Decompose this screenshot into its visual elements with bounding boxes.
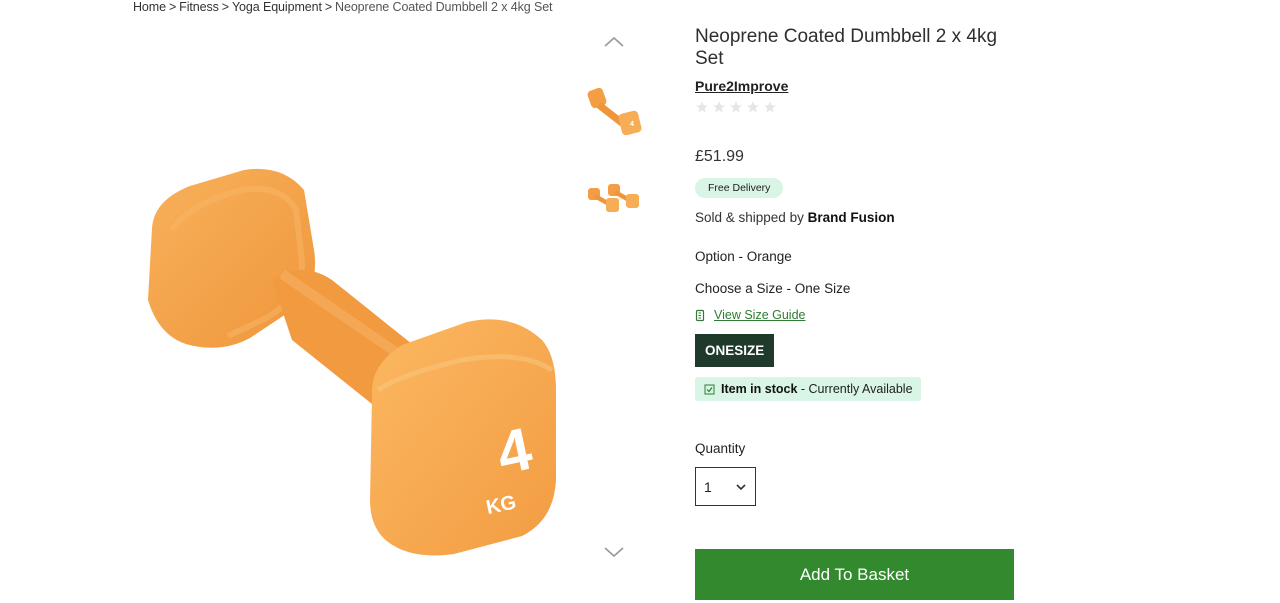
breadcrumb-separator: > [168, 0, 177, 14]
breadcrumb-yoga-equipment[interactable]: Yoga Equipment [232, 0, 322, 14]
quantity-value: 1 [704, 478, 712, 495]
size-guide-link[interactable]: View Size Guide [714, 308, 806, 322]
star-icon [747, 101, 759, 113]
breadcrumb-current: Neoprene Coated Dumbbell 2 x 4kg Set [335, 0, 553, 14]
product-price: £51.99 [695, 148, 744, 165]
option-label: Option - Orange [695, 249, 792, 264]
chevron-down-icon [736, 483, 746, 490]
quantity-select[interactable]: 1 [695, 467, 756, 506]
breadcrumb-fitness[interactable]: Fitness [179, 0, 219, 14]
breadcrumb-home[interactable]: Home [133, 0, 166, 14]
stock-status-detail: - Currently Available [797, 382, 913, 396]
seller-name: Brand Fusion [807, 210, 895, 225]
stock-status-bold: Item in stock [721, 382, 798, 396]
svg-text:4: 4 [630, 121, 634, 128]
main-product-image[interactable]: 4 KG [132, 150, 562, 570]
breadcrumb-separator: > [324, 0, 333, 14]
quantity-label: Quantity [695, 441, 746, 456]
size-label: Choose a Size - One Size [695, 281, 851, 296]
breadcrumb: Home > Fitness > Yoga Equipment > Neoprene Coa… [133, 0, 553, 14]
thumbnail-carousel: 4 [582, 30, 646, 570]
free-delivery-badge: Free Delivery [695, 178, 784, 198]
brand-link[interactable]: Pure2Improve [695, 78, 788, 94]
star-icon [730, 101, 742, 113]
star-icon [764, 101, 776, 113]
size-option-onesize[interactable]: ONESIZE [695, 334, 775, 367]
breadcrumb-separator: > [221, 0, 229, 14]
check-box-icon [704, 384, 715, 394]
seller-prefix: Sold & shipped by [695, 210, 808, 225]
seller-info: Sold & shipped by Brand Fusion [695, 210, 1025, 225]
thumbnail-single-dumbbell[interactable]: 4 [584, 84, 644, 144]
stock-status: Item in stock - Currently Available [695, 377, 921, 401]
rating-stars[interactable] [695, 100, 1025, 114]
size-guide: View Size Guide [695, 308, 1025, 322]
thumbnail-pair-dumbbells[interactable] [584, 172, 644, 232]
scroll-up-icon[interactable] [602, 34, 626, 50]
scroll-down-icon[interactable] [602, 544, 626, 560]
product-title: Neoprene Coated Dumbbell 2 x 4kg Set [695, 26, 998, 69]
ruler-icon [695, 309, 705, 321]
star-icon [713, 101, 725, 113]
star-icon [696, 101, 708, 113]
product-info-panel: Neoprene Coated Dumbbell 2 x 4kg Set Pur… [695, 26, 1025, 506]
add-to-basket-button[interactable]: Add To Basket [695, 549, 1014, 600]
